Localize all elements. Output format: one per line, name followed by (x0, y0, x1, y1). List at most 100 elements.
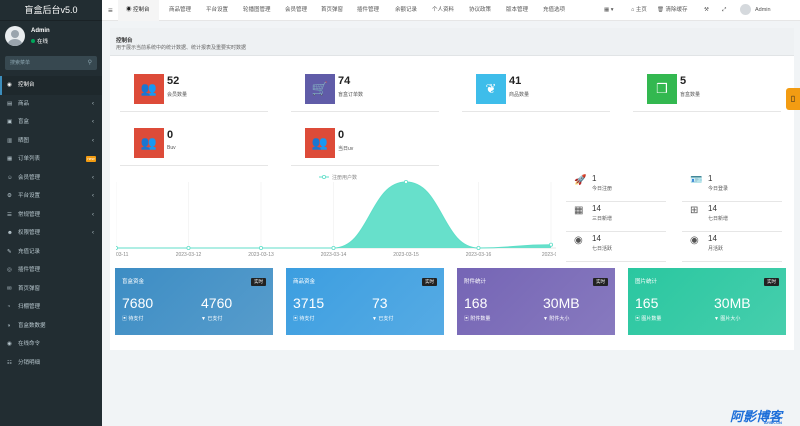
card-value-1: 165 (635, 295, 659, 311)
side-tool-button[interactable]: ▯ (786, 88, 800, 110)
sidebar-item[interactable]: ▥ 晒图 ‹ (0, 132, 102, 151)
mini-stat-value: 14 (592, 204, 601, 213)
mini-stat-label: 今日注册 (592, 186, 613, 192)
sidebar-item[interactable]: ▣ 盲盒 ‹ (0, 113, 102, 132)
watermark-sub: AYBK.CN (764, 420, 782, 425)
sidebar-item[interactable]: ▦ 订单列表 new (0, 150, 102, 169)
card-value-2: 30MB (714, 295, 751, 311)
tab-plugins[interactable]: 插件管理 (357, 0, 379, 21)
sidebar-item[interactable]: ☰ 常规管理 ‹ (0, 206, 102, 225)
sidebar-item-label: 盲盒 (18, 119, 30, 125)
tab-balance-log[interactable]: 余额记录 (395, 0, 417, 21)
stat-box: 👥 52 会员数量 (120, 70, 268, 112)
summary-card: 附件统计 实时 168 30MB ▣ 附件数量 ▼ 附件大小 (457, 268, 615, 335)
tab-popup[interactable]: 首页弹窗 (321, 0, 343, 21)
rocket-icon: 🚀 (574, 175, 587, 186)
sidebar-item[interactable]: ✉ 首页弹窗 (0, 280, 102, 299)
summary-card: 图片统计 实时 165 30MB ▣ 图片数量 ▼ 图片大小 (628, 268, 786, 335)
sidebar-item[interactable]: ◉ 在线命令 (0, 335, 102, 354)
stat-box: ❦ 41 商品数量 (462, 70, 610, 112)
dashboard-icon: ◉ (126, 7, 134, 13)
tab-carousel[interactable]: 轮播图管理 (243, 0, 271, 21)
fullscreen-icon[interactable]: ⤢ (722, 0, 726, 21)
sidebar-item[interactable]: ▤ 商品 ‹ (0, 95, 102, 114)
stat-box: 👥 0 Buv (120, 124, 268, 166)
x-tick-label: 2023-03-12 (176, 252, 202, 258)
tab-profile[interactable]: 个人资料 (432, 0, 454, 21)
mini-stat-value: 14 (708, 204, 717, 213)
sidebar-item[interactable]: ☷ 分销明细 (0, 354, 102, 373)
user-panel: Admin 在线 (0, 21, 102, 51)
card-title: 商品资金 (293, 279, 316, 285)
legend-label[interactable]: 注册用户数 (332, 174, 357, 181)
user-menu[interactable]: Admin (740, 0, 771, 21)
sidebar-item-label: 扫棚管理 (18, 304, 41, 310)
sidebar-item[interactable]: ⚙ 平台设置 ‹ (0, 187, 102, 206)
card-title: 附件统计 (464, 279, 487, 285)
sidebar-item-label: 充值记录 (18, 248, 41, 255)
sidebar-item[interactable]: ◉ 控制台 (0, 76, 102, 95)
menu-search-input[interactable] (5, 56, 97, 70)
tab-version[interactable]: 版本管理 (506, 0, 528, 21)
mini-stat-value: 14 (708, 234, 717, 243)
calendar-plus-icon: ⊞ (690, 205, 699, 216)
chevron-left-icon: ‹ (92, 230, 94, 236)
card-value-1: 7680 (122, 295, 154, 311)
sidebar-item-label: 晒图 (18, 137, 30, 144)
sidebar-item[interactable]: ☺ 会员管理 ‹ (0, 169, 102, 188)
sidebar-item[interactable]: ◔ 扫棚管理 (0, 298, 102, 317)
menu-icon: ✎ (7, 248, 12, 255)
data-point (258, 246, 263, 251)
chevron-left-icon: ‹ (92, 100, 94, 107)
chevron-left-icon: ‹ (92, 193, 94, 199)
clear-cache-button[interactable]: 🗑 清除缓存 (657, 0, 688, 21)
sidebar-item[interactable]: ☻ 权限管理 ‹ (0, 224, 102, 243)
sidebar-item-label: 权限管理 (18, 230, 41, 236)
card-label-2: ▼ 已支付 (372, 315, 393, 322)
stat-box: ❒ 5 盲盒数量 (633, 70, 781, 112)
tab-policy[interactable]: 协议政策 (469, 0, 491, 21)
id-card-icon: 🪪 (690, 175, 703, 186)
menu-icon: ☷ (7, 359, 12, 366)
tab-recharge-options[interactable]: 充值选项 (543, 0, 565, 21)
menu-icon: ▥ (7, 137, 13, 144)
menu-icon: ◉ (7, 341, 12, 347)
tab-platform-settings[interactable]: 平台设置 (206, 0, 228, 21)
mini-stat: 🪪 1 今日登录 (682, 172, 782, 202)
menu-icon: ✉ (7, 285, 12, 292)
box-icon: ❒ (647, 74, 677, 104)
sidebar-item[interactable]: ✎ 充值记录 (0, 243, 102, 262)
card-label-1: ▣ 图片数量 (635, 315, 661, 322)
tab-members[interactable]: 会员管理 (285, 0, 307, 21)
menu-icon: ◉ (7, 82, 12, 88)
stat-value: 0 (167, 129, 174, 141)
main-content: 控制台 用于展示当前系统中的统计数据、统计报表及重要实时数据 👥 52 会员数量 🛒 7… (110, 28, 794, 350)
grid-menu-icon[interactable]: ▦ ▾ (604, 0, 614, 21)
card-label-2: ▼ 图片大小 (714, 315, 740, 322)
x-tick-label: 2023-03-13 (248, 252, 274, 258)
tab-label: 控制台 (133, 7, 150, 13)
card-label-2: ▼ 附件大小 (543, 315, 569, 322)
mini-stat-label: 三日新增 (592, 216, 613, 222)
tab-goods[interactable]: 商品管理 (169, 0, 191, 21)
sidebar-item[interactable]: ◎ 插件管理 (0, 261, 102, 280)
x-tick-label: 03-11 (116, 252, 129, 258)
card-label-1: ▣ 待支付 (293, 315, 314, 322)
cart-icon: 🛒 (305, 74, 335, 104)
realtime-badge: 实时 (764, 278, 779, 286)
mini-stat-value: 1 (708, 174, 713, 183)
tab-dashboard[interactable]: ◉ 控制台 (118, 0, 159, 21)
search-icon[interactable]: ⚲ (88, 59, 92, 66)
card-label-1: ▣ 待支付 (122, 315, 143, 322)
chevron-left-icon: ‹ (92, 137, 94, 144)
home-button[interactable]: ⌂ 主页 (631, 0, 647, 21)
chevron-left-icon: ‹ (92, 174, 94, 181)
mini-stat-label: 月活跃 (708, 246, 724, 252)
menu-toggle-icon[interactable]: ≡ (108, 6, 113, 15)
stat-label: 当日uv (338, 146, 354, 152)
tools-icon[interactable]: ⚒ (704, 0, 709, 21)
brand-title[interactable]: 盲盒后台v5.0 (0, 0, 102, 21)
sidebar-item[interactable]: ◑ 盲盒数数据 (0, 317, 102, 336)
mini-stat: ◉ 14 七日活跃 (566, 232, 666, 262)
sidebar-menu: ◉ 控制台 ▤ 商品 ‹ ▣ 盲盒 ‹ ▥ 晒图 ‹ ▦ 订单列表 new ☺ 会员管理 ‹ ⚙ 平台设置 ‹ ☰ 常规管… (0, 76, 102, 372)
